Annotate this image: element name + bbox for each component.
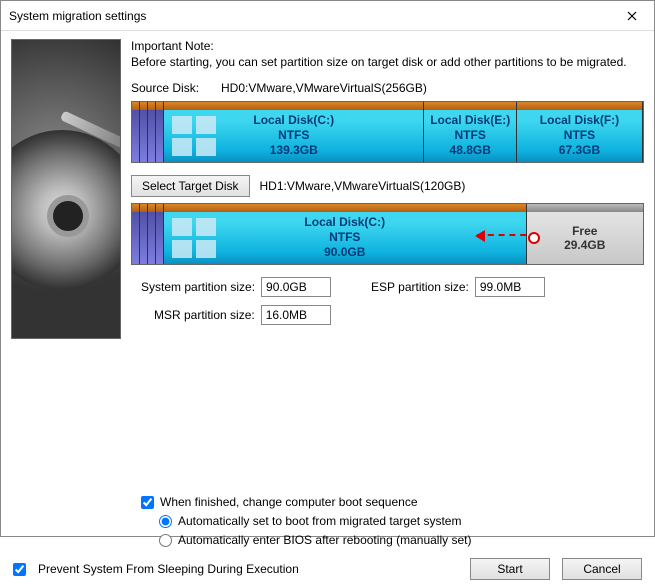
part-name: Local Disk(E:): [430, 113, 510, 127]
close-button[interactable]: [609, 1, 654, 31]
part-fs: NTFS: [329, 230, 360, 244]
part-fs: NTFS: [564, 128, 595, 142]
note-body: Before starting, you can set partition s…: [131, 55, 644, 71]
prevent-sleep-label: Prevent System From Sleeping During Exec…: [38, 562, 299, 576]
target-disk-strip: Local Disk(C:)NTFS90.0GB Free29.4GB: [131, 203, 644, 265]
part-name: Local Disk(C:): [253, 113, 334, 127]
free-label: Free: [572, 224, 597, 238]
prevent-sleep-checkbox[interactable]: [13, 563, 26, 576]
part-fs: NTFS: [278, 128, 309, 142]
esp-size-input[interactable]: [475, 277, 545, 297]
source-disk-value: HD0:VMware,VMwareVirtualS(256GB): [221, 81, 427, 95]
enter-bios-radio[interactable]: [159, 534, 172, 547]
target-hidden-partition: [140, 204, 148, 264]
part-fs: NTFS: [455, 128, 486, 142]
msr-size-input[interactable]: [261, 305, 331, 325]
source-disk-strip: Local Disk(C:)NTFS139.3GB Local Disk(E:)…: [131, 101, 644, 163]
note-heading: Important Note:: [131, 39, 644, 53]
target-hidden-partition: [132, 204, 140, 264]
close-icon: [627, 11, 637, 21]
source-hidden-partition: [156, 102, 164, 162]
source-partition-e[interactable]: Local Disk(E:)NTFS48.8GB: [424, 102, 516, 162]
part-size: 48.8GB: [450, 143, 491, 157]
resize-arrow-icon[interactable]: [477, 234, 537, 236]
source-hidden-partition: [132, 102, 140, 162]
source-partition-f[interactable]: Local Disk(F:)NTFS67.3GB: [517, 102, 643, 162]
target-hidden-partition: [148, 204, 156, 264]
free-size: 29.4GB: [564, 238, 605, 252]
part-size: 90.0GB: [324, 245, 365, 259]
source-hidden-partition: [140, 102, 148, 162]
esp-size-label: ESP partition size:: [371, 280, 469, 294]
target-hidden-partition: [156, 204, 164, 264]
auto-boot-label: Automatically set to boot from migrated …: [178, 514, 461, 528]
start-button[interactable]: Start: [470, 558, 550, 580]
part-name: Local Disk(F:): [540, 113, 619, 127]
hero-disk-image: DISKGENIUS: [11, 39, 121, 339]
source-hidden-partition: [148, 102, 156, 162]
source-partition-c[interactable]: Local Disk(C:)NTFS139.3GB: [164, 102, 424, 162]
target-disk-value: HD1:VMware,VMwareVirtualS(120GB): [260, 179, 466, 193]
cancel-button[interactable]: Cancel: [562, 558, 642, 580]
enter-bios-label: Automatically enter BIOS after rebooting…: [178, 533, 471, 547]
select-target-disk-button[interactable]: Select Target Disk: [131, 175, 250, 197]
part-size: 67.3GB: [559, 143, 600, 157]
part-name: Local Disk(C:): [304, 215, 385, 229]
source-disk-label: Source Disk:: [131, 81, 211, 95]
window-title: System migration settings: [9, 9, 146, 23]
change-boot-sequence-checkbox[interactable]: [141, 496, 154, 509]
msr-size-label: MSR partition size:: [154, 308, 255, 322]
part-size: 139.3GB: [270, 143, 318, 157]
auto-boot-radio[interactable]: [159, 515, 172, 528]
system-size-label: System partition size:: [141, 280, 255, 294]
system-size-input[interactable]: [261, 277, 331, 297]
target-free-space[interactable]: Free29.4GB: [527, 204, 643, 264]
change-boot-sequence-label: When finished, change computer boot sequ…: [160, 495, 418, 509]
title-bar: System migration settings: [1, 1, 654, 31]
